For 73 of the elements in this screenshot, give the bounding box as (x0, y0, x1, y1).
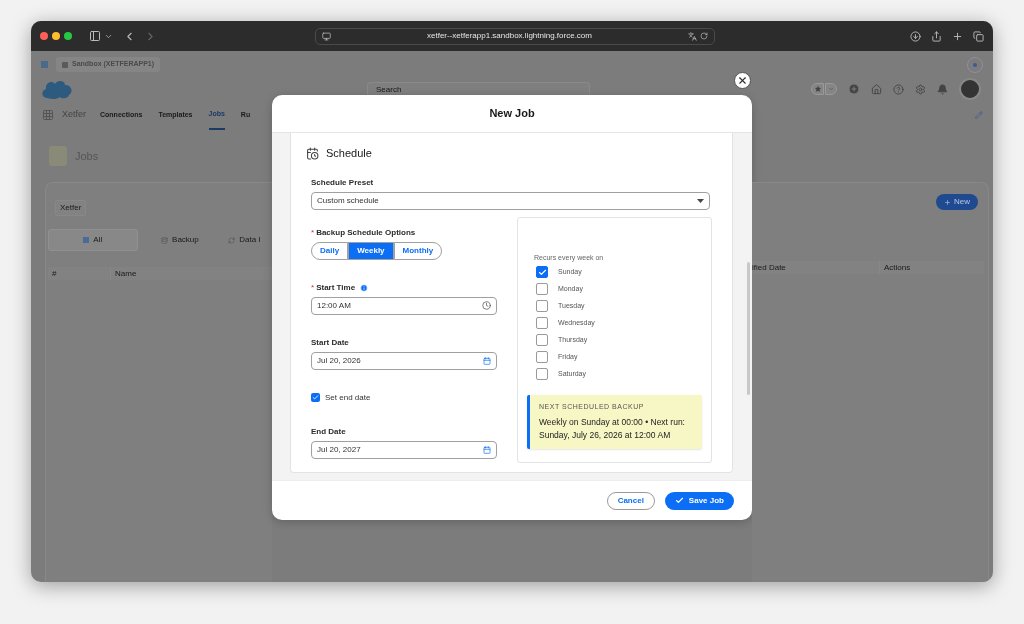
download-icon[interactable] (910, 30, 921, 42)
page-icon (322, 31, 331, 41)
day-checkbox[interactable] (536, 351, 548, 363)
favorites-button[interactable] (811, 83, 824, 95)
tabs-icon[interactable] (973, 30, 984, 42)
star-icon (814, 86, 821, 92)
day-checkbox[interactable] (536, 368, 548, 380)
day-checkbox[interactable] (536, 283, 548, 295)
section-title: Schedule (326, 146, 372, 161)
field-label: Start Time (316, 281, 356, 294)
address-bar[interactable]: xetfer--xetferapp1.sandbox.lightning.force.com (315, 27, 715, 45)
database-icon (161, 236, 169, 244)
translate-icon[interactable] (688, 31, 697, 41)
date-input[interactable]: Jul 20, 2027 (311, 440, 497, 459)
app-launcher-icon[interactable] (42, 109, 54, 121)
grid-icon (83, 237, 90, 243)
checkbox[interactable] (311, 393, 320, 402)
minimize-window-button[interactable] (52, 32, 60, 40)
new-tab-icon[interactable] (952, 30, 963, 42)
date-input[interactable]: Jul 20, 2026 (311, 351, 497, 370)
time-input[interactable]: 12:00 AM (311, 296, 497, 315)
day-checkbox[interactable] (536, 300, 548, 312)
filter-tab[interactable]: All (48, 229, 138, 251)
calendar-icon (483, 356, 491, 365)
field-label: Schedule Preset (311, 176, 374, 189)
check-icon (674, 496, 684, 505)
modal-title: New Job (489, 106, 535, 122)
cancel-button[interactable]: Cancel (606, 491, 655, 510)
scrollbar-thumb[interactable] (747, 262, 750, 395)
dropdown-caret-icon (697, 198, 704, 203)
day-checkbox[interactable] (536, 317, 548, 329)
add-icon[interactable] (848, 83, 860, 95)
day-checkbox[interactable] (536, 334, 548, 346)
filter-chip[interactable]: Xetfer (55, 200, 87, 216)
help-icon[interactable] (893, 83, 904, 95)
close-button[interactable] (734, 72, 751, 89)
calendar-icon (306, 146, 319, 160)
close-window-button[interactable] (40, 32, 48, 40)
schedule-option[interactable]: Daily (311, 241, 349, 260)
share-icon[interactable] (931, 30, 942, 42)
clock-icon (482, 301, 491, 310)
chevron-down-icon (828, 86, 834, 92)
search-field[interactable]: Search (367, 82, 590, 95)
favorites-menu-button[interactable] (825, 83, 837, 95)
filter-tab[interactable]: Backup (137, 229, 223, 251)
plus-icon (944, 198, 951, 206)
close-icon (737, 75, 748, 86)
settings-icon[interactable] (915, 83, 926, 95)
avatar[interactable] (959, 78, 981, 100)
zoom-window-button[interactable] (64, 32, 72, 40)
day-checkbox[interactable] (536, 266, 548, 278)
sync-icon (228, 236, 236, 244)
info-icon[interactable] (360, 283, 369, 292)
reload-icon[interactable] (700, 32, 708, 40)
required-mark: * (311, 281, 315, 294)
schedule-option[interactable]: Weekly (348, 241, 394, 260)
save-button[interactable]: Save Job (664, 491, 734, 510)
bell-icon[interactable] (937, 83, 948, 95)
home-icon[interactable] (871, 83, 882, 95)
field-label: Start Date (311, 336, 349, 349)
cloud-logo (41, 78, 73, 100)
notice-text: Weekly on Sunday at 00:00 • Next run: Sunday, July 26, 2026 at 12:00 AM (539, 415, 686, 442)
filter-tab[interactable]: Data I (222, 229, 272, 251)
preset-select[interactable]: Custom schedule (311, 191, 710, 210)
schedule-option[interactable]: Monthly (393, 241, 443, 260)
sidebar-icon[interactable] (89, 30, 101, 42)
required-mark: * (311, 226, 315, 239)
checkbox-label: Set end date (325, 391, 371, 404)
column-header: ified Date (752, 261, 880, 274)
new-button[interactable]: New (936, 194, 978, 210)
calendar-icon (483, 445, 491, 454)
field-label: End Date (311, 425, 346, 438)
field-label: Backup Schedule Options (316, 226, 416, 239)
